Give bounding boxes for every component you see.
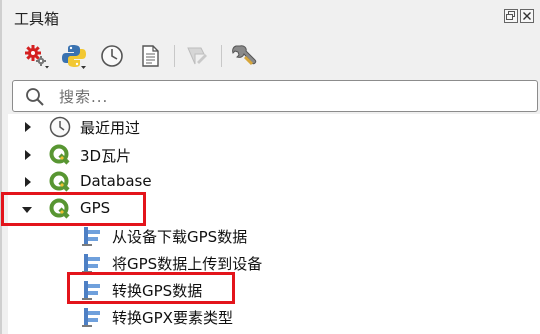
search-input[interactable] <box>57 85 521 109</box>
results-document-icon <box>142 45 159 67</box>
collapse-arrow-icon[interactable] <box>21 204 33 216</box>
tree-item-recent[interactable]: 最近用过 <box>8 114 540 140</box>
options-button[interactable] <box>230 42 258 70</box>
tree-item-upload-gps[interactable]: 将GPS数据上传到设备 <box>8 250 540 276</box>
panel-title-buttons <box>504 9 534 23</box>
tree-item-label: Database <box>80 172 152 190</box>
gps-tool-icon <box>82 254 100 273</box>
tree-item-gps[interactable]: GPS <box>8 196 540 222</box>
edit-model-icon <box>187 47 207 65</box>
qgis-icon <box>49 171 70 192</box>
gps-tool-icon <box>82 308 100 327</box>
python-scripts-button[interactable] <box>60 42 88 70</box>
algorithm-tree: 最近用过 3D瓦片 Database GPS 从设备下载GPS数据 将GPS数据… <box>8 114 540 334</box>
clock-icon <box>49 116 71 138</box>
toolbox-panel: 工具箱 搜索... 最近用过 3D瓦片 Database GPS 从设备下载GP… <box>0 0 540 334</box>
expand-arrow-icon[interactable] <box>22 176 34 188</box>
tree-item-convert-gps[interactable]: 转换GPS数据 <box>8 277 540 303</box>
panel-left-border <box>0 0 2 334</box>
tree-item-label: 转换GPS数据 <box>112 282 203 300</box>
qgis-icon <box>49 198 70 219</box>
processing-models-button[interactable] <box>22 42 50 70</box>
history-clock-icon <box>101 45 123 67</box>
toolbox-toolbar <box>22 42 268 70</box>
close-icon <box>523 12 531 20</box>
options-wrench-icon <box>232 45 257 66</box>
search-icon <box>26 88 44 106</box>
search-box[interactable] <box>12 80 538 112</box>
tree-item-label: 3D瓦片 <box>80 147 132 165</box>
expand-arrow-icon[interactable] <box>22 149 34 161</box>
tree-item-label: 从设备下载GPS数据 <box>112 228 248 246</box>
panel-title: 工具箱 <box>14 10 60 28</box>
processing-gear-icon <box>25 45 49 69</box>
tree-item-download-gps[interactable]: 从设备下载GPS数据 <box>8 223 540 249</box>
history-button[interactable] <box>98 42 126 70</box>
tree-item-label: 最近用过 <box>80 119 141 137</box>
tree-item-label: GPS <box>80 199 111 217</box>
gps-tool-icon <box>82 281 100 300</box>
tree-item-label: 转换GPX要素类型 <box>112 309 233 327</box>
toolbar-separator <box>174 45 175 67</box>
tree-item-database[interactable]: Database <box>8 169 540 195</box>
python-icon <box>62 45 86 69</box>
tree-item-convert-gpx-feature-type[interactable]: 转换GPX要素类型 <box>8 304 540 330</box>
tree-item-3d-tiles[interactable]: 3D瓦片 <box>8 142 540 168</box>
close-panel-button[interactable] <box>520 9 534 23</box>
gps-tool-icon <box>82 227 100 246</box>
toolbar-separator <box>221 45 222 67</box>
qgis-icon <box>49 144 70 165</box>
results-viewer-button[interactable] <box>136 42 164 70</box>
float-panel-button[interactable] <box>504 9 518 23</box>
tree-item-label: 将GPS数据上传到设备 <box>112 255 263 273</box>
expand-arrow-icon[interactable] <box>22 121 34 133</box>
edit-features-in-place-button[interactable] <box>183 42 211 70</box>
